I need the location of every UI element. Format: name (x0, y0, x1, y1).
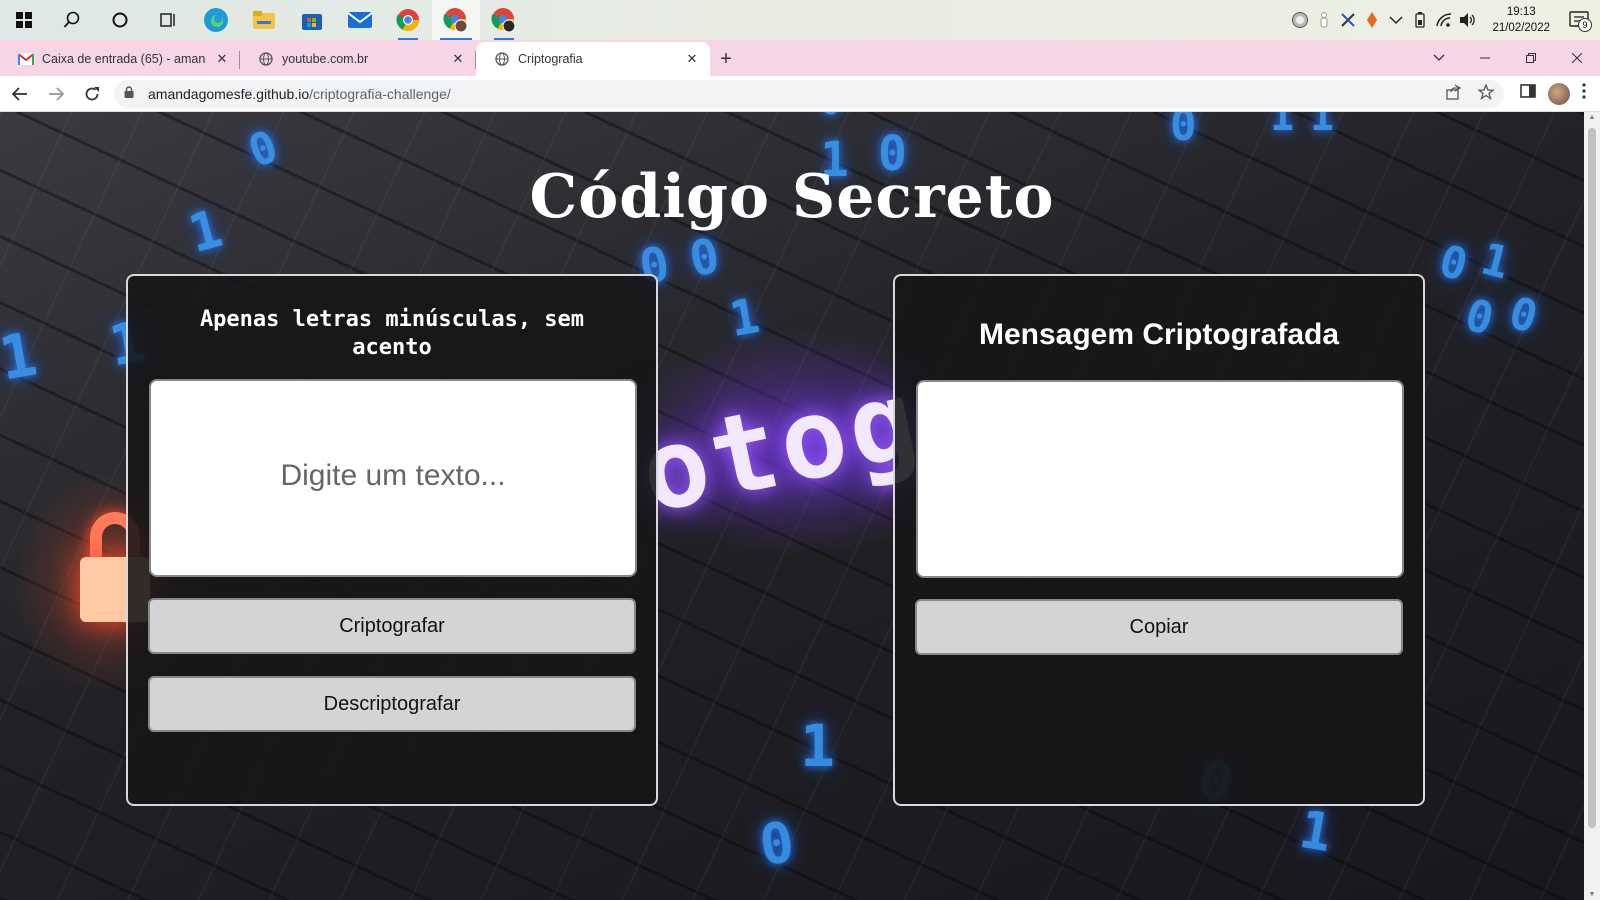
background-word: otog (629, 354, 932, 538)
volume-icon[interactable] (1458, 10, 1478, 30)
tools-tray-icon[interactable] (1338, 10, 1358, 30)
background-digit: 0 (820, 112, 842, 123)
encrypted-output[interactable] (916, 380, 1404, 578)
background-digit: 1 (725, 287, 764, 349)
clock-time: 19:13 (1506, 6, 1536, 18)
close-tab-icon[interactable]: ✕ (684, 51, 700, 67)
input-panel: Apenas letras minúsculas, sem acento Cri… (126, 274, 658, 806)
kebab-menu-icon[interactable] (1582, 83, 1586, 104)
reload-button[interactable] (76, 78, 108, 110)
copy-button[interactable]: Copiar (915, 599, 1403, 655)
tab-title: youtube.com.br (282, 52, 369, 66)
search-icon[interactable] (48, 0, 96, 40)
background-digit: 1 (1270, 112, 1295, 140)
scroll-down-icon[interactable]: ▼ (1587, 891, 1597, 898)
security-tray-icon[interactable] (1362, 10, 1382, 30)
background-digit: 1 (1310, 112, 1335, 140)
windows-taskbar: 19:13 21/02/2022 9 (0, 0, 1600, 40)
close-tab-icon[interactable]: ✕ (214, 51, 230, 67)
background-digit: 1 (800, 712, 835, 780)
bookmark-star-icon[interactable] (1477, 82, 1495, 104)
page-title: Código Secreto (529, 162, 1055, 232)
background-digit: 1 (0, 319, 42, 395)
restore-button[interactable] (1508, 40, 1554, 76)
tab-gmail[interactable]: Caixa de entrada (65) - amandag ✕ (0, 42, 240, 76)
new-tab-button[interactable]: + (710, 42, 742, 76)
chevron-down-icon[interactable] (1386, 10, 1406, 30)
minimize-button[interactable] (1462, 40, 1508, 76)
close-tab-icon[interactable]: ✕ (450, 51, 466, 67)
notification-center-icon[interactable]: 9 (1564, 0, 1594, 40)
mail-icon[interactable] (336, 0, 384, 40)
side-panel-icon[interactable] (1520, 83, 1536, 104)
background-digit: 0 (1170, 112, 1197, 151)
chrome-icon[interactable] (384, 0, 432, 40)
tab-title: Caixa de entrada (65) - amandag (42, 52, 206, 66)
edge-icon[interactable] (192, 0, 240, 40)
window-controls (1416, 40, 1600, 76)
cortana-icon[interactable] (96, 0, 144, 40)
browser-tab-strip: Caixa de entrada (65) - amandag ✕ youtub… (0, 40, 1600, 76)
task-view-icon[interactable] (144, 0, 192, 40)
chrome-profile-2-icon[interactable] (480, 0, 528, 40)
profile-avatar[interactable] (1548, 82, 1570, 105)
url-host: amandagomesfe.github.io (148, 85, 310, 102)
chrome-profile-icon[interactable] (432, 0, 480, 40)
decrypt-button[interactable]: Descriptografar (148, 676, 636, 732)
gmail-icon (18, 51, 34, 67)
scroll-up-icon[interactable]: ▲ (1587, 114, 1597, 121)
wifi-icon[interactable] (1434, 10, 1454, 30)
url-path: /criptografia-challenge/ (309, 85, 451, 102)
notification-count-badge: 9 (1578, 18, 1592, 32)
forward-button[interactable] (40, 78, 72, 110)
share-icon[interactable] (1446, 83, 1462, 104)
tab-search-icon[interactable] (1416, 40, 1462, 76)
vertical-scrollbar[interactable]: ▲ ▼ (1584, 112, 1600, 900)
tab-title: Criptografia (518, 52, 583, 66)
globe-icon (258, 51, 274, 67)
output-heading: Mensagem Criptografada (978, 318, 1340, 351)
output-panel: Mensagem Criptografada Copiar (893, 274, 1425, 806)
scroll-thumb[interactable] (1588, 128, 1596, 828)
file-explorer-icon[interactable] (240, 0, 288, 40)
system-tray: 19:13 21/02/2022 9 (1290, 0, 1600, 40)
windows-start-icon[interactable] (0, 0, 48, 40)
background-digit: 1 (1295, 799, 1337, 865)
background-digit: 1 (1475, 233, 1515, 290)
app-tray-icon[interactable] (1290, 10, 1310, 30)
encrypt-button[interactable]: Criptografar (148, 598, 636, 654)
clock-date: 21/02/2022 (1492, 22, 1550, 34)
back-button[interactable] (4, 78, 36, 110)
microsoft-store-icon[interactable] (288, 0, 336, 40)
background-digit: 0 (1503, 287, 1543, 344)
lock-icon[interactable] (124, 86, 140, 101)
system-clock[interactable]: 19:13 21/02/2022 (1492, 4, 1550, 36)
address-bar[interactable]: amandagomesfe.github.io/criptografia-cha… (114, 79, 1504, 108)
background-digit: 0 (1433, 235, 1473, 292)
browser-toolbar: amandagomesfe.github.io/criptografia-cha… (0, 76, 1600, 112)
background-digit: 0 (755, 809, 799, 880)
battery-icon[interactable] (1410, 10, 1430, 30)
globe-icon (494, 51, 510, 67)
close-window-button[interactable] (1554, 40, 1600, 76)
background-digit: 0 (685, 227, 724, 289)
page-viewport: 0 1 1 0 0 0 1 1 0 1 0 0 1 1 0 0 1 1 0 0 … (0, 112, 1584, 900)
message-input[interactable] (149, 379, 637, 577)
background-digit: 0 (1459, 289, 1499, 346)
input-instructions: Apenas letras minúsculas, sem acento (199, 307, 585, 360)
figure-tray-icon[interactable] (1314, 10, 1334, 30)
tab-criptografia[interactable]: Criptografia ✕ (476, 42, 710, 76)
tab-youtube[interactable]: youtube.com.br ✕ (240, 42, 476, 76)
